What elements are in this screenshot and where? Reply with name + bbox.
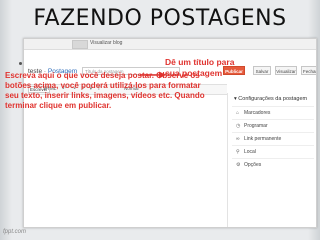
view-blog-link[interactable]: Visualizar blog (90, 40, 122, 46)
divider (232, 132, 314, 133)
close-button[interactable]: Fechar (301, 66, 316, 75)
bullet-icon (19, 62, 22, 65)
link-icon: ∞ (236, 136, 240, 142)
divider (232, 119, 314, 120)
divider (232, 158, 314, 159)
settings-item-labels[interactable]: ⌂ Marcadores (236, 109, 270, 117)
post-settings-panel: ▾ Configurações da postagem ⌂ Marcadores … (227, 93, 316, 227)
settings-header[interactable]: ▾ Configurações da postagem (234, 96, 307, 102)
divider (232, 145, 314, 146)
editor-instructions: Escreva aqui o que você deseja postar. O… (5, 71, 205, 110)
watermark: fppt.com (3, 229, 27, 235)
settings-item-options[interactable]: ⚙ Opções (236, 161, 261, 169)
location-icon: ⚲ (236, 149, 240, 155)
slide-title: FAZENDO POSTAGENS (33, 6, 287, 31)
settings-item-location[interactable]: ⚲ Local (236, 148, 256, 156)
top-bar: Visualizar blog (24, 39, 316, 50)
blog-thumbnail-icon (72, 40, 88, 49)
tag-icon: ⌂ (236, 110, 240, 116)
settings-item-schedule[interactable]: ◷ Programar (236, 122, 268, 130)
clock-icon: ◷ (236, 123, 241, 129)
preview-button[interactable]: Visualizar (275, 66, 297, 75)
divider (232, 106, 314, 107)
save-button[interactable]: Salvar (253, 66, 271, 75)
gear-icon: ⚙ (236, 162, 241, 168)
post-editor[interactable] (24, 95, 227, 227)
settings-item-permalink[interactable]: ∞ Link permanente (236, 135, 281, 143)
